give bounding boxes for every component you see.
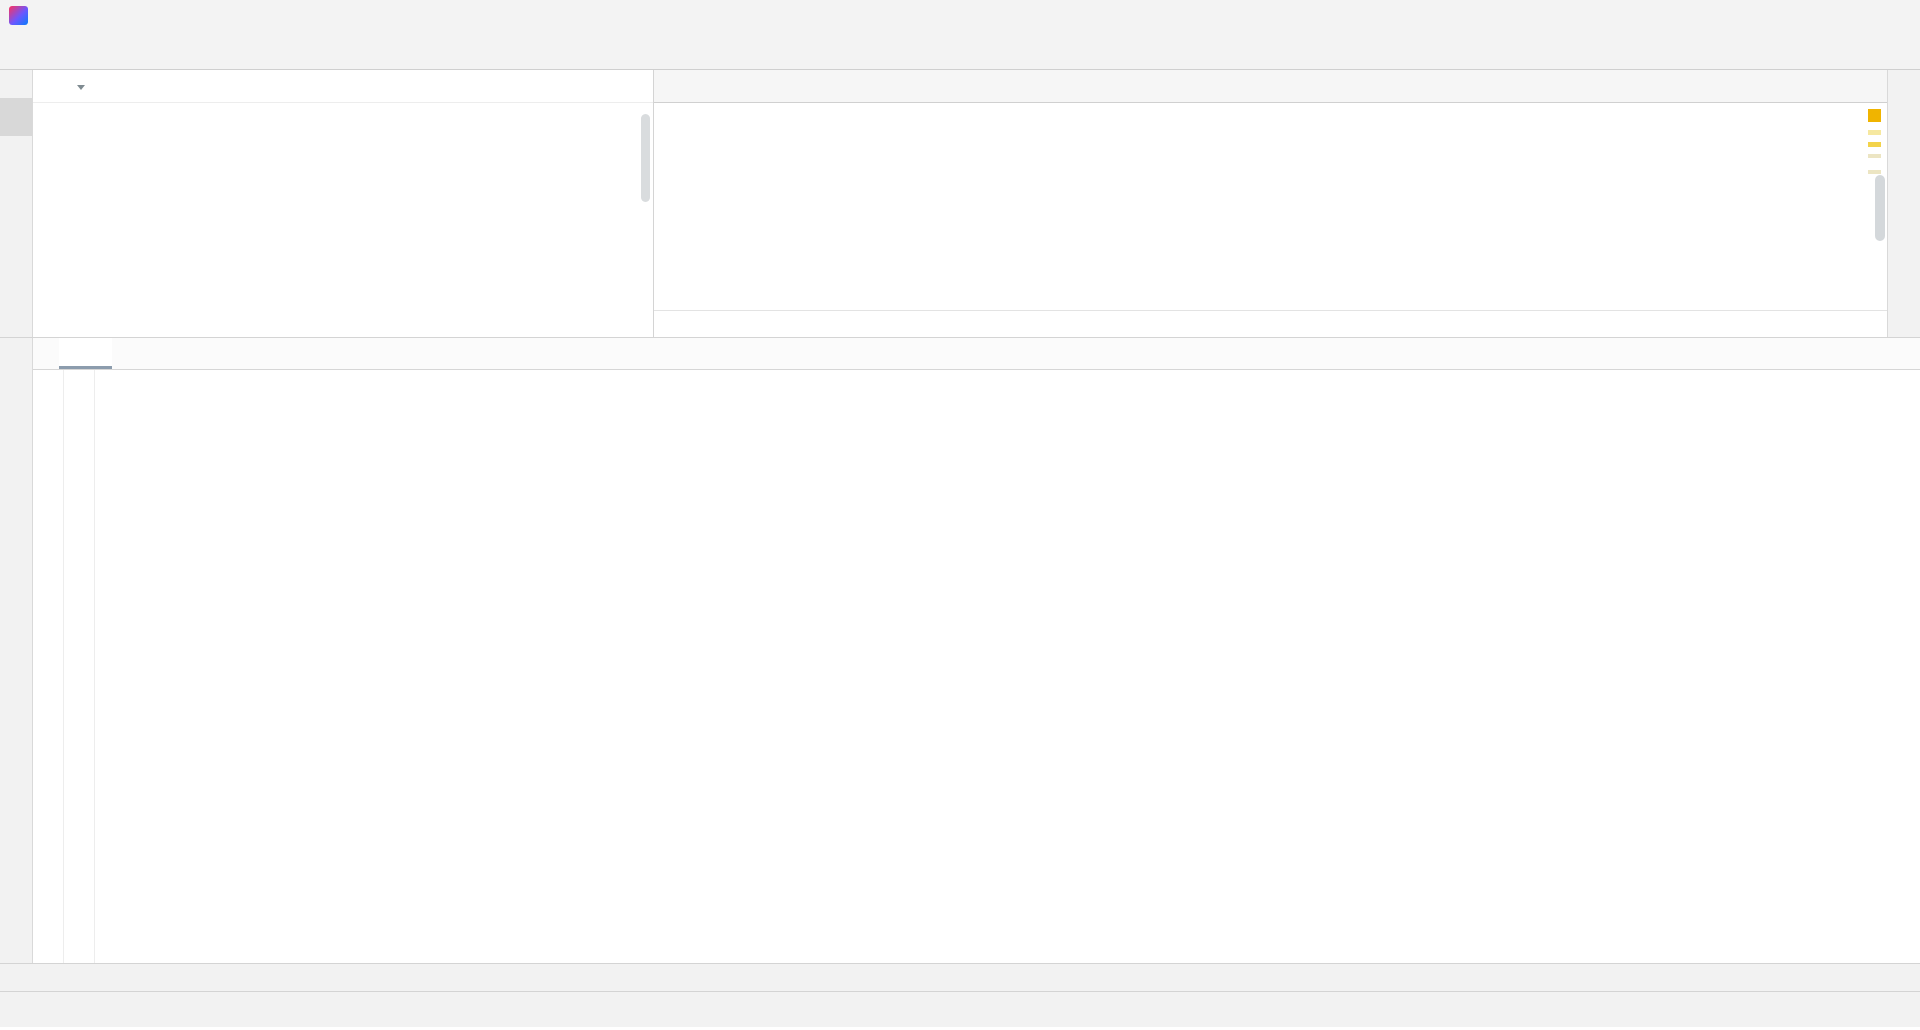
title-bar [0, 0, 1920, 30]
event-log-button[interactable] [1881, 969, 1912, 987]
run-tool-window [0, 338, 1920, 963]
intellij-logo-icon [9, 5, 28, 25]
editor-scrollbar[interactable] [1875, 175, 1885, 241]
right-tool-window-bar [1887, 70, 1920, 337]
project-tree [33, 103, 653, 337]
ant-icon [1895, 125, 1913, 143]
run-panel-header [33, 338, 1920, 370]
project-view-icon [45, 77, 63, 95]
background-tasks-icon[interactable] [8, 1001, 26, 1019]
locate-file-icon[interactable] [535, 77, 553, 95]
run-console-output[interactable] [95, 370, 1920, 963]
collapse-all-icon[interactable] [565, 77, 583, 95]
run-panel-toolbar [33, 370, 95, 963]
navigation-toolbar [0, 30, 1920, 70]
error-stripe-mark[interactable] [1868, 154, 1881, 158]
tool-window-button-database[interactable] [1888, 80, 1920, 118]
tool-window-button-project[interactable] [0, 98, 32, 136]
error-stripe-mark[interactable] [1868, 130, 1881, 135]
star-icon [7, 928, 25, 946]
tool-window-button-structure[interactable] [7, 851, 25, 889]
project-folder-icon [7, 111, 25, 129]
gear-icon[interactable] [595, 77, 613, 95]
event-log-icon [1881, 969, 1899, 987]
run-panel-header-actions [1852, 345, 1920, 363]
editor-tab-bar [654, 70, 1887, 103]
error-stripe-mark[interactable] [1868, 142, 1881, 147]
tool-window-switcher-icon[interactable] [8, 969, 26, 987]
tool-window-button-ant[interactable] [1888, 118, 1920, 156]
error-stripe-mark[interactable] [1868, 170, 1881, 174]
status-bar [0, 991, 1920, 1027]
project-panel-header [33, 70, 653, 103]
database-icon [1895, 87, 1913, 105]
project-panel [33, 70, 654, 337]
editor-breadcrumb [654, 310, 1887, 337]
console-tab-icon [69, 345, 87, 363]
project-panel-actions [535, 77, 643, 95]
editor-area [654, 70, 1887, 337]
chevron-down-icon[interactable] [77, 84, 85, 90]
intellij-idea-window [0, 0, 1920, 1030]
left-tool-window-bar [0, 70, 33, 337]
hide-panel-icon[interactable] [1886, 345, 1904, 363]
tool-window-bottom-bar [0, 963, 1920, 991]
error-stripe-mark[interactable] [1868, 109, 1881, 122]
code-editor[interactable] [654, 103, 1887, 310]
run-tab-searchingtest[interactable] [59, 338, 112, 369]
hide-panel-icon[interactable] [625, 77, 643, 95]
structure-icon [7, 858, 25, 876]
project-scrollbar[interactable] [641, 114, 650, 202]
tool-window-button-favorites[interactable] [7, 915, 25, 953]
gear-icon[interactable] [1852, 345, 1870, 363]
left-tool-window-bar-lower [0, 338, 33, 963]
